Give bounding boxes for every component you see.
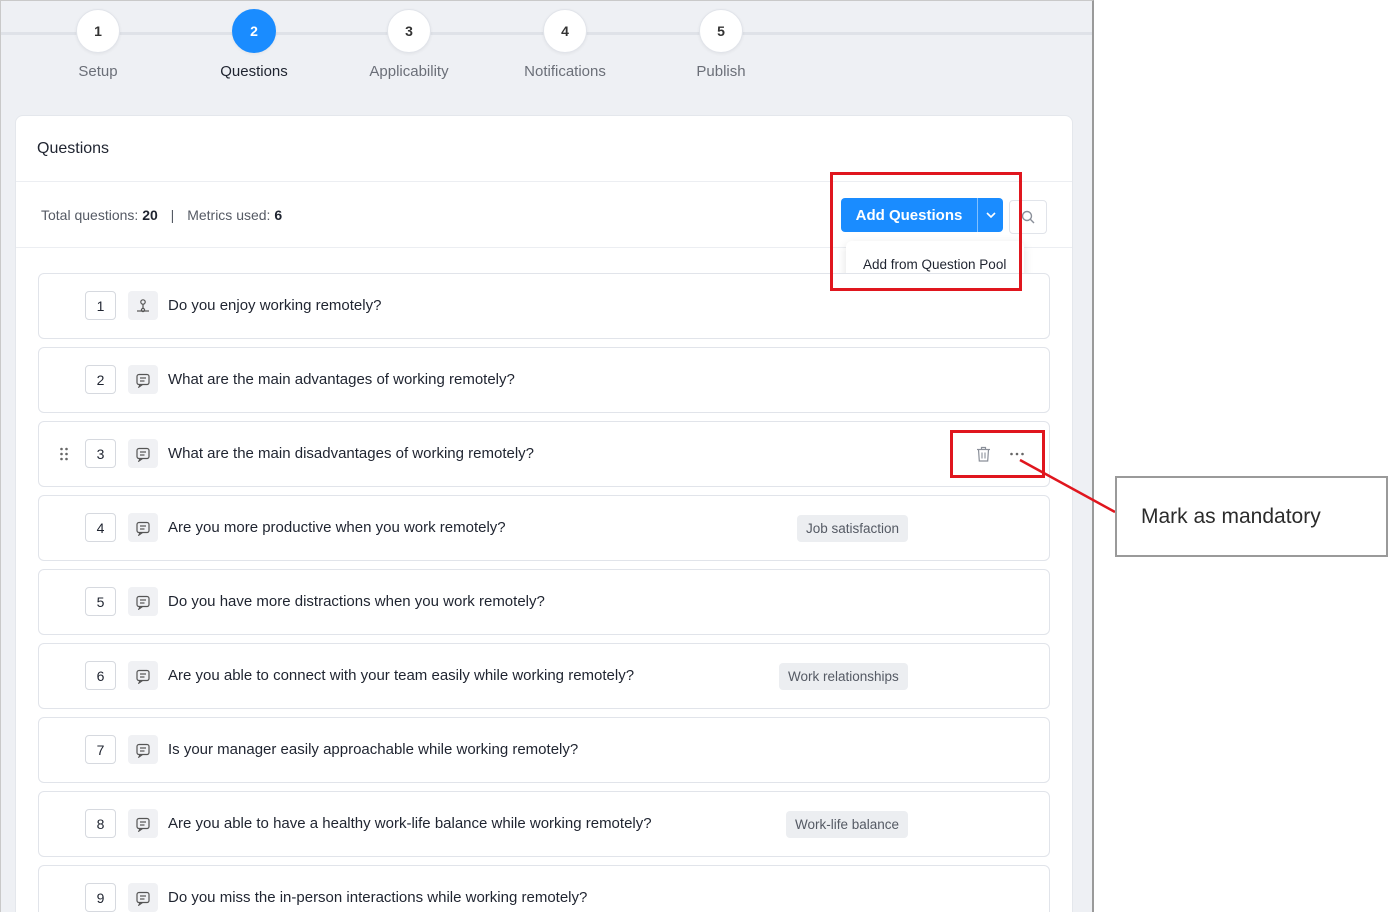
callout-connector [1019,458,1116,514]
mark-as-mandatory-callout: Mark as mandatory [1115,476,1388,557]
callout-text: Mark as mandatory [1141,504,1321,528]
